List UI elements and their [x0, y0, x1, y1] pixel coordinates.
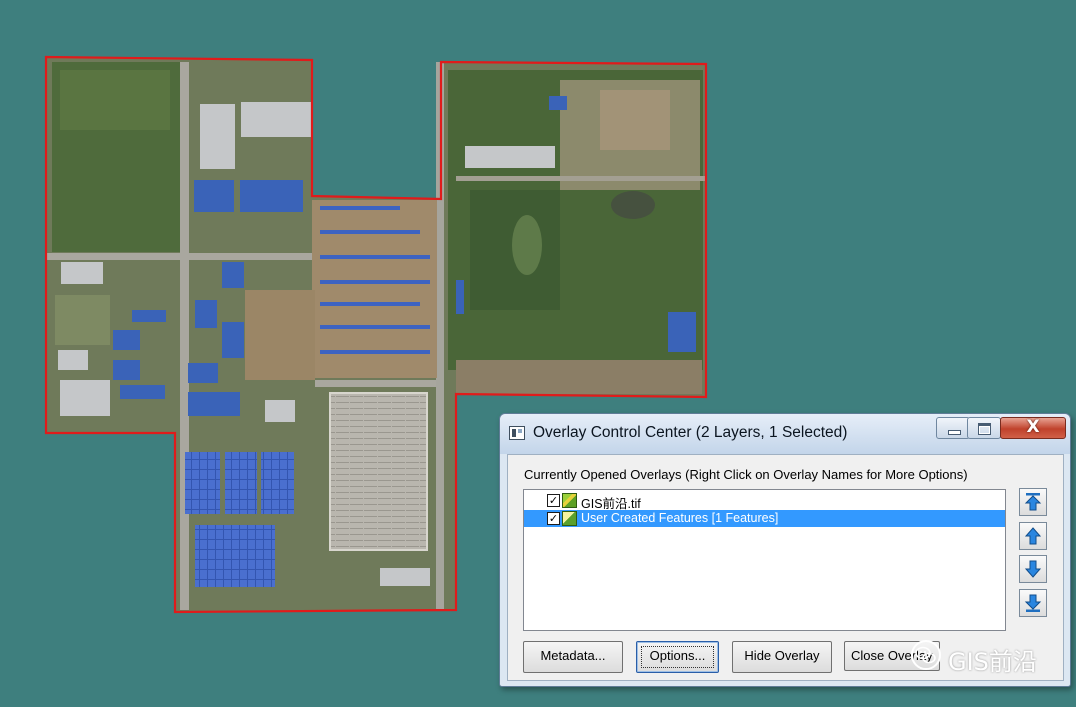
- focus-ring: [641, 646, 714, 668]
- move-to-bottom-button[interactable]: [1019, 589, 1047, 617]
- watermark: GIS前沿: [910, 636, 1060, 680]
- move-to-top-icon: [1024, 493, 1042, 511]
- overlay-visibility-checkbox[interactable]: ✓: [547, 512, 560, 525]
- raster-layer-icon: [562, 493, 577, 508]
- overlays-instruction-label: Currently Opened Overlays (Right Click o…: [524, 467, 968, 482]
- move-down-icon: [1024, 560, 1042, 578]
- move-up-button[interactable]: [1019, 522, 1047, 550]
- hide-overlay-button[interactable]: Hide Overlay: [732, 641, 832, 673]
- vector-features-icon: [562, 511, 577, 526]
- minimize-button[interactable]: [936, 417, 970, 439]
- app-window-icon: [509, 426, 525, 440]
- options-button[interactable]: Options...: [636, 641, 719, 673]
- watermark-text: GIS前沿: [948, 648, 1037, 676]
- metadata-button[interactable]: Metadata...: [523, 641, 623, 673]
- title-bar[interactable]: Overlay Control Center (2 Layers, 1 Sele…: [500, 414, 1070, 454]
- overlay-row-raster[interactable]: ✓ GIS前沿.tif: [524, 492, 1005, 511]
- close-icon: X: [1026, 417, 1040, 437]
- move-up-icon: [1024, 527, 1042, 545]
- overlay-row-features[interactable]: ✓ User Created Features [1 Features]: [524, 510, 1005, 527]
- move-down-button[interactable]: [1019, 555, 1047, 583]
- dialog-title: Overlay Control Center (2 Layers, 1 Sele…: [533, 424, 848, 441]
- overlay-list[interactable]: ✓ GIS前沿.tif ✓ User Created Features [1 F…: [523, 489, 1006, 631]
- maximize-icon: [978, 423, 991, 435]
- minimize-icon: [948, 430, 961, 435]
- maximize-button[interactable]: [967, 417, 1001, 439]
- move-to-bottom-icon: [1024, 594, 1042, 612]
- overlay-visibility-checkbox[interactable]: ✓: [547, 494, 560, 507]
- move-to-top-button[interactable]: [1019, 488, 1047, 516]
- wechat-logo-icon: [911, 640, 941, 670]
- overlay-name: User Created Features [1 Features]: [581, 511, 779, 525]
- close-window-button[interactable]: X: [1000, 417, 1066, 439]
